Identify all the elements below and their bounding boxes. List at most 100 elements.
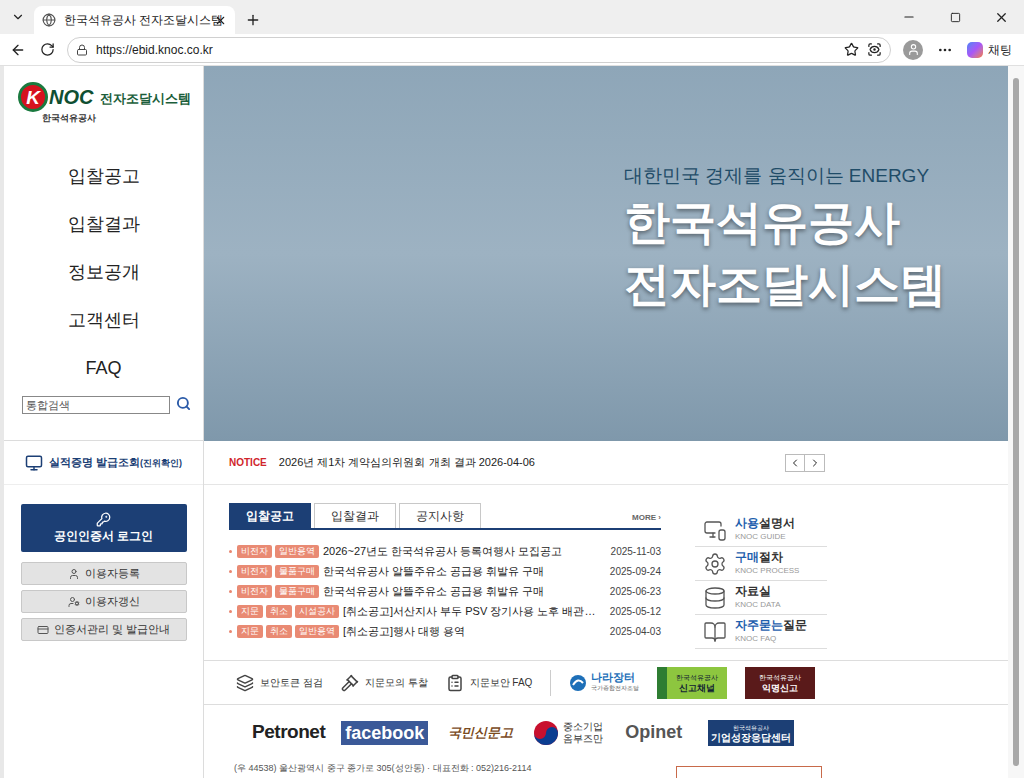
tag: 취소 [266, 605, 292, 618]
notice-next-button[interactable] [805, 454, 825, 472]
row-title: 2026~27년도 한국석유공사 등록여행사 모집공고 [323, 543, 608, 560]
quick-link[interactable]: 자주묻는질문KNOC FAQ [695, 615, 827, 649]
menu-item[interactable]: 입찰결과 [4, 200, 203, 248]
tag: 취소 [266, 625, 292, 638]
more-icon[interactable] [937, 42, 953, 58]
row-date: 2025-11-03 [611, 544, 661, 559]
bullet [229, 630, 232, 633]
anonymous-report-banner[interactable]: 한국석유공사익명신고 [745, 667, 815, 699]
menu-item[interactable]: FAQ [4, 344, 203, 392]
more-link[interactable]: MORE › [632, 512, 661, 528]
board-row[interactable]: 지문취소일반용역[취소공고]행사 대행 용역2025-04-03 [229, 621, 661, 641]
user-button[interactable]: 인증서관리 및 발급안내 [21, 618, 187, 641]
tag: 물품구매 [275, 585, 319, 598]
bullet [229, 570, 232, 573]
user-button[interactable]: 이용자등록 [21, 562, 187, 585]
tool-icon [341, 674, 359, 692]
board-tab[interactable]: 입찰결과 [314, 503, 396, 528]
address-bar[interactable]: https://ebid.knoc.co.kr [67, 37, 891, 63]
quick-link[interactable]: 사용설명서KNOC GUIDE [695, 513, 827, 547]
quick-link-icon [703, 620, 727, 644]
tool-link[interactable]: 지문모의 투찰 [341, 674, 428, 692]
related-sites-box[interactable] [676, 766, 822, 778]
tab-title: 한국석유공사 전자조달시스템 [64, 11, 206, 29]
close-tab-icon[interactable] [214, 14, 227, 27]
scrollbar[interactable] [1008, 66, 1024, 778]
browser-tab[interactable]: 한국석유공사 전자조달시스템 [34, 6, 235, 34]
user-button-icon [68, 568, 80, 580]
bullet [229, 610, 232, 613]
login-button[interactable]: 공인인증서 로그인 [21, 504, 187, 552]
new-tab-button[interactable] [239, 6, 267, 34]
login-area: 공인인증서 로그인이용자등록이용자갱신인증서관리 및 발급안내 [4, 485, 203, 641]
row-title: 한국석유공사 알뜰주유소 공급용 휘발유 구매 [323, 563, 607, 580]
quick-link[interactable]: 자료실KNOC DATA [695, 581, 827, 615]
back-icon[interactable] [10, 42, 26, 58]
tab-list-button[interactable] [8, 2, 28, 32]
user-button[interactable]: 이용자갱신 [21, 590, 187, 613]
petronet-logo[interactable]: Petronet [252, 718, 325, 747]
footer-address: (우 44538) 울산광역시 중구 종가로 305(성안동) · 대표전화 :… [234, 762, 531, 774]
opinet-logo[interactable]: Opinet [625, 719, 682, 746]
page: KNOC한국석유공사전자조달시스템입찰공고입찰결과정보공개고객센터FAQ통합검색… [0, 66, 1024, 778]
browser-chrome: 한국석유공사 전자조달시스템 https://ebid.knoc.co.kr 채팅 [0, 0, 1024, 66]
site-info-icon[interactable] [76, 44, 88, 56]
user-button-icon [37, 624, 49, 636]
tag: 일반용역 [275, 545, 319, 558]
copilot-icon [967, 42, 983, 58]
tool-link[interactable]: 보안토큰 점검 [236, 674, 323, 692]
tracking-icon[interactable] [867, 42, 882, 57]
board: 입찰공고입찰결과공지사항 MORE › 비전자일반용역 2026~27년도 한국석유공… [229, 503, 661, 660]
tool-link[interactable]: 지문보안 FAQ [446, 674, 533, 692]
facebook-logo[interactable]: facebook [341, 721, 428, 745]
key-icon [96, 512, 111, 527]
row-date: 2025-04-03 [610, 624, 661, 639]
monitor-icon [25, 454, 43, 472]
menu-item[interactable]: 고객센터 [4, 296, 203, 344]
notice-text[interactable]: 2026년 제1차 계약심의위원회 개최 결과 2026-04-06 [279, 454, 773, 471]
scrollbar-thumb[interactable] [1013, 78, 1019, 766]
ombudsman-emblem-icon [533, 720, 559, 746]
plus-icon [245, 12, 261, 28]
tag: 비전자 [237, 545, 272, 558]
tool-strip: 보안토큰 점검 지문모의 투찰 지문보안 FAQ 나라장터국가종합전자조달 한국석유공사… [204, 660, 1008, 705]
logo-title: 전자조달시스템 [100, 89, 191, 109]
close-button[interactable] [978, 10, 1024, 25]
nara-banner[interactable]: 나라장터국가종합전자조달 [569, 672, 639, 694]
certificate-link[interactable]: 실적증명 발급조회(진위확인) [4, 441, 203, 485]
board-row[interactable]: 지문취소시설공사[취소공고]서산지사 부두 PSV 장기사용 노후 배관…202… [229, 601, 661, 621]
copilot-button[interactable]: 채팅 [967, 41, 1016, 59]
minimize-button[interactable] [886, 10, 932, 24]
refresh-icon[interactable] [40, 42, 55, 57]
board-row[interactable]: 비전자물품구매한국석유공사 알뜰주유소 공급용 휘발유 구매2025-06-23 [229, 581, 661, 601]
menu-item[interactable]: 정보공개 [4, 248, 203, 296]
board-tab[interactable]: 공지사항 [399, 503, 481, 528]
search-icon[interactable] [176, 396, 191, 411]
nara-logo-icon [569, 674, 587, 692]
quick-link[interactable]: 구매절차KNOC PROCESS [695, 547, 827, 581]
favorite-icon[interactable] [844, 42, 859, 57]
search-input[interactable]: 통합검색 [22, 396, 170, 414]
minimize-icon [902, 10, 916, 24]
ombudsman-logo[interactable]: 중소기업옴부즈만 [533, 720, 603, 746]
profile-button[interactable] [903, 40, 923, 60]
user-button-icon [68, 596, 80, 608]
close-icon [994, 10, 1009, 25]
report-channel-banner[interactable]: 한국석유공사신고채널 [657, 667, 727, 699]
board-row[interactable]: 비전자물품구매한국석유공사 알뜰주유소 공급용 휘발유 구매2025-09-24 [229, 561, 661, 581]
maximize-button[interactable] [932, 12, 978, 23]
notice-prev-button[interactable] [785, 454, 805, 472]
menu-item[interactable]: 입찰공고 [4, 152, 203, 200]
growth-center-logo[interactable]: 한국석유공사기업성장응답센터 [708, 720, 794, 746]
board-tab[interactable]: 입찰공고 [229, 503, 311, 528]
sinmungo-logo[interactable]: 국민신문고 [444, 723, 517, 743]
logo[interactable]: KNOC한국석유공사전자조달시스템 [4, 66, 203, 152]
board-row[interactable]: 비전자일반용역 2026~27년도 한국석유공사 등록여행사 모집공고2025-1… [229, 541, 661, 561]
hero-title: 한국석유공사 [624, 191, 1008, 253]
logo-wordmark: NOC [49, 87, 93, 107]
main-menu: 입찰공고입찰결과정보공개고객센터FAQ [4, 152, 203, 392]
partner-logos: Petronet facebook 국민신문고 중소기업옴부즈만 Opinet 한국석유공… [204, 705, 1008, 760]
hero-title: 전자조달시스템 [624, 253, 1008, 315]
address-row: https://ebid.knoc.co.kr 채팅 [0, 34, 1024, 66]
board-tabs: 입찰공고입찰결과공지사항 MORE › [229, 503, 661, 530]
